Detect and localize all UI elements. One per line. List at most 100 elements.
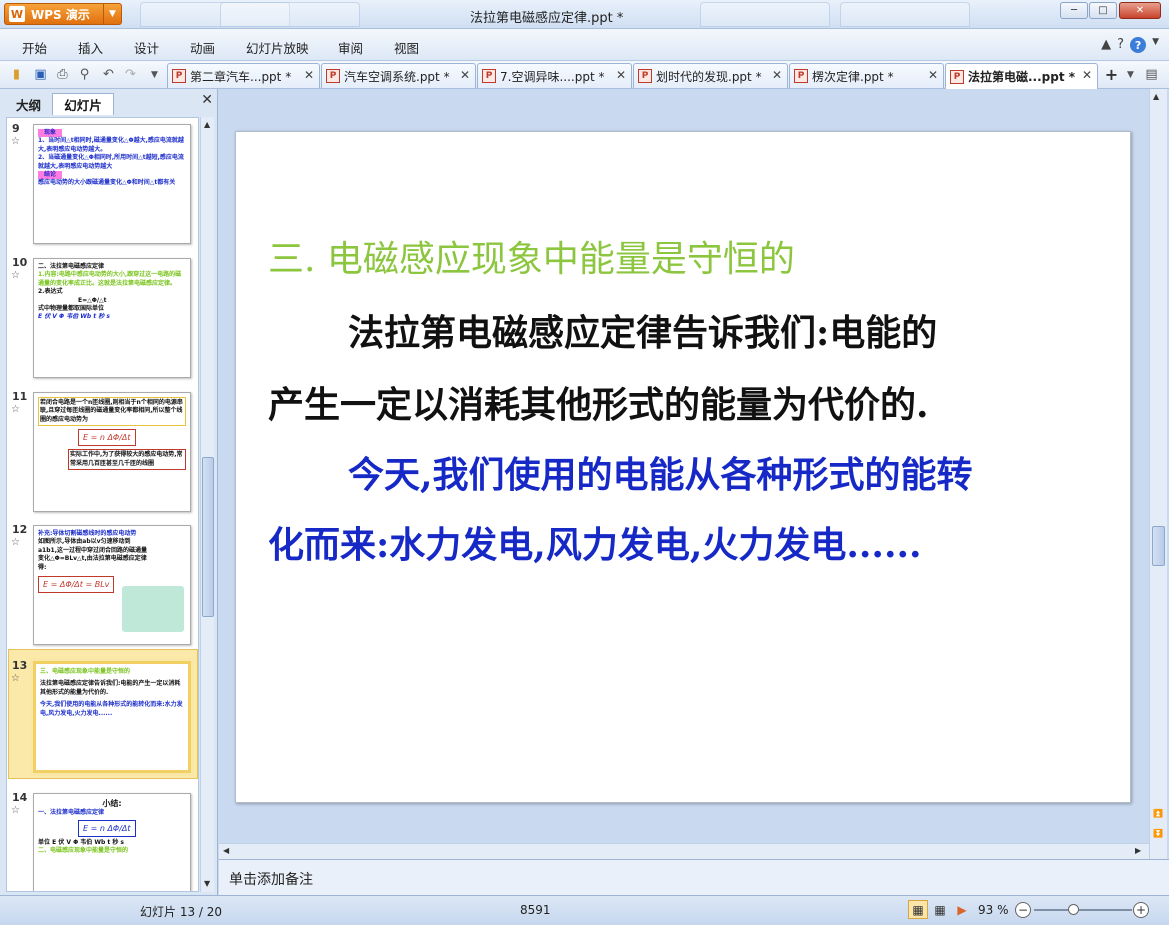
redo-icon[interactable]: ↷ xyxy=(122,66,139,83)
scroll-left-icon[interactable]: ◀ xyxy=(223,846,229,855)
close-tab-icon[interactable]: ✕ xyxy=(304,68,314,82)
print-icon[interactable]: ⎙ xyxy=(54,66,71,83)
slide-thumbnail-selected[interactable]: 三、电磁感应现象中能量是守恒的 法拉第电磁感应定律告诉我们:电能的产生一定以消耗… xyxy=(33,661,191,773)
slide-paragraph-1-line-1[interactable]: 法拉第电磁感应定律告诉我们:电能的 xyxy=(348,304,937,356)
chevron-down-icon[interactable]: ▼ xyxy=(1122,66,1139,83)
doc-tab[interactable]: P 第二章汽车...ppt * ✕ xyxy=(167,63,320,88)
maximize-button[interactable]: □ xyxy=(1089,2,1117,19)
thumb-text: 1.内容:电路中感应电动势的大小,跟穿过这一电路的磁通量的变化率成正比。这就是法… xyxy=(38,271,182,287)
menu-review[interactable]: 审阅 xyxy=(338,38,363,57)
animation-star-icon: ☆ xyxy=(11,270,20,281)
tab-list-icon[interactable]: ▤ xyxy=(1143,66,1160,83)
doc-tab-label: 7.空调异味....ppt * xyxy=(500,69,605,84)
zoom-slider-handle[interactable] xyxy=(1068,904,1080,915)
scroll-up-icon[interactable]: ▲ xyxy=(204,120,210,129)
close-button[interactable]: ✕ xyxy=(1119,2,1161,19)
slide-paragraph-2-line-1[interactable]: 今天,我们使用的电能从各种形式的能转 xyxy=(348,446,973,498)
thumbnail-scrollbar[interactable]: ▲ ▼ xyxy=(200,117,214,892)
slide-thumbnail[interactable]: 现象 1、当时间△t相同时,磁通量变化△Φ越大,感应电流就越大,表明感应电动势越… xyxy=(33,124,191,244)
tab-outline[interactable]: 大纲 xyxy=(6,93,51,115)
question-icon[interactable]: ? xyxy=(1117,37,1124,53)
doc-tab-label: 划时代的发现.ppt * xyxy=(656,69,762,84)
shirt-icon[interactable]: ▲ xyxy=(1101,37,1111,53)
slide-sorter-icon[interactable]: ▦ xyxy=(930,900,950,919)
close-panel-icon[interactable]: ✕ xyxy=(201,92,213,108)
doc-tab[interactable]: P 汽车空调系统.ppt * ✕ xyxy=(321,63,476,88)
normal-view-icon[interactable]: ▦ xyxy=(908,900,928,919)
scrollbar-thumb[interactable] xyxy=(1152,526,1165,566)
taskbar-ghost-tab xyxy=(700,2,830,27)
minimize-button[interactable]: ─ xyxy=(1060,2,1088,19)
zoom-slider[interactable] xyxy=(1034,909,1132,911)
animation-star-icon: ☆ xyxy=(11,404,20,415)
thumb-text: E 伏 V Φ 韦伯 Wb t 秒 s xyxy=(38,313,110,321)
taskbar-ghost-tab xyxy=(220,2,360,27)
menu-animation[interactable]: 动画 xyxy=(190,38,215,57)
slide-thumbnail[interactable]: 补充:导体切割磁感线时的感应电动势 如图所示,导体由ab以v匀速移动到a1b1,… xyxy=(33,525,191,645)
customize-toolbar-icon[interactable]: ▼ xyxy=(146,66,163,83)
next-slide-icon[interactable]: ⏬ xyxy=(1153,829,1163,838)
menu-home[interactable]: 开始 xyxy=(22,38,47,57)
doc-tab[interactable]: P 划时代的发现.ppt * ✕ xyxy=(633,63,788,88)
new-tab-icon[interactable]: + xyxy=(1103,65,1120,84)
animation-star-icon: ☆ xyxy=(11,537,20,548)
undo-icon[interactable]: ↶ xyxy=(100,66,117,83)
thumb-text: 2.表达式 xyxy=(38,288,63,296)
notes-pane[interactable]: 单击添加备注 xyxy=(219,859,1169,895)
doc-tab[interactable]: P 楞次定律.ppt * ✕ xyxy=(789,63,944,88)
thumb-text: 如图所示,导体由ab以v匀速移动到a1b1,这一过程中穿过闭合回路的磁通量变化△… xyxy=(38,538,147,571)
ppt-file-icon: P xyxy=(794,69,808,83)
current-slide[interactable]: 三. 电磁感应现象中能量是守恒的 法拉第电磁感应定律告诉我们:电能的 产生一定以… xyxy=(235,131,1131,803)
app-menu-button[interactable]: W WPS 演示 ▼ xyxy=(4,3,122,25)
menu-design[interactable]: 设计 xyxy=(134,38,159,57)
scroll-up-icon[interactable]: ▲ xyxy=(1153,92,1159,101)
close-tab-icon[interactable]: ✕ xyxy=(928,68,938,82)
close-tab-icon[interactable]: ✕ xyxy=(772,68,782,82)
animation-star-icon: ☆ xyxy=(11,673,20,684)
tab-slides[interactable]: 幻灯片 xyxy=(52,93,114,115)
open-folder-icon[interactable]: ▮ xyxy=(8,66,25,83)
animation-star-icon: ☆ xyxy=(11,805,20,816)
zoom-out-icon[interactable]: − xyxy=(1015,902,1031,918)
ppt-file-icon: P xyxy=(482,69,496,83)
notes-placeholder: 单击添加备注 xyxy=(229,872,313,888)
chevron-down-icon[interactable]: ▼ xyxy=(1152,37,1159,53)
previous-slide-icon[interactable]: ⏫ xyxy=(1153,809,1163,818)
help-icon[interactable]: ? xyxy=(1130,37,1147,53)
menu-view[interactable]: 视图 xyxy=(394,38,419,57)
slide-paragraph-1-line-2[interactable]: 产生一定以消耗其他形式的能量为代价的. xyxy=(268,376,929,428)
save-icon[interactable]: ▣ xyxy=(32,66,49,83)
chevron-down-icon[interactable]: ▼ xyxy=(103,4,121,24)
print-preview-icon[interactable]: ⚲ xyxy=(76,66,93,83)
thumb-text: 二、电磁感应现象中能量是守恒的 xyxy=(38,847,129,855)
menu-slideshow[interactable]: 幻灯片放映 xyxy=(246,38,309,57)
slideshow-icon[interactable]: ▶ xyxy=(952,900,972,919)
formula: E = ΔΦ/Δt = BLv xyxy=(38,575,115,594)
slide-horizontal-scrollbar[interactable]: ◀ ▶ xyxy=(219,843,1149,859)
doc-tab-label: 法拉第电磁...ppt * xyxy=(968,70,1076,84)
slide-thumbnail[interactable]: 若闭合电路是一个n匝线圈,则相当于n个相同的电源串联,且穿过每匝线圈的磁通量变化… xyxy=(33,392,191,512)
slide-heading[interactable]: 三. 电磁感应现象中能量是守恒的 xyxy=(268,230,795,282)
thumb-number: 14 xyxy=(12,791,28,804)
close-tab-icon[interactable]: ✕ xyxy=(616,68,626,82)
thumb-text: E=△Φ/△t xyxy=(78,296,107,304)
scroll-down-icon[interactable]: ▼ xyxy=(204,879,210,888)
scrollbar-thumb[interactable] xyxy=(202,457,214,617)
close-tab-icon[interactable]: ✕ xyxy=(460,68,470,82)
ppt-file-icon: P xyxy=(172,69,186,83)
taskbar-ghost-tab xyxy=(840,2,970,27)
slide-vertical-scrollbar[interactable]: ▲ ⏫ ⏬ xyxy=(1149,89,1167,859)
slide-editor: 三. 电磁感应现象中能量是守恒的 法拉第电磁感应定律告诉我们:电能的 产生一定以… xyxy=(219,89,1149,845)
slide-paragraph-2-line-2[interactable]: 化而来:水力发电,风力发电,火力发电...... xyxy=(268,516,922,568)
slide-thumbnail[interactable]: 二、法拉第电磁感应定律 1.内容:电路中感应电动势的大小,跟穿过这一电路的磁通量… xyxy=(33,258,191,378)
formula: E = n ΔΦ/Δt xyxy=(78,429,136,447)
menu-insert[interactable]: 插入 xyxy=(78,38,103,57)
doc-tab-active[interactable]: P 法拉第电磁...ppt * ✕ xyxy=(945,63,1098,89)
scroll-right-icon[interactable]: ▶ xyxy=(1135,846,1141,855)
close-tab-icon[interactable]: ✕ xyxy=(1082,68,1092,82)
thumb-text: 法拉第电磁感应定律告诉我们:电能的产生一定以消耗其他形式的能量为代价的. xyxy=(40,680,181,696)
status-number: 8591 xyxy=(520,903,551,917)
slide-thumbnail[interactable]: 小结: 一、法拉第电磁感应定律 E = n ΔΦ/Δt 单位 E 伏 V Φ 韦… xyxy=(33,793,191,891)
doc-tab[interactable]: P 7.空调异味....ppt * ✕ xyxy=(477,63,632,88)
zoom-in-icon[interactable]: + xyxy=(1133,902,1149,918)
